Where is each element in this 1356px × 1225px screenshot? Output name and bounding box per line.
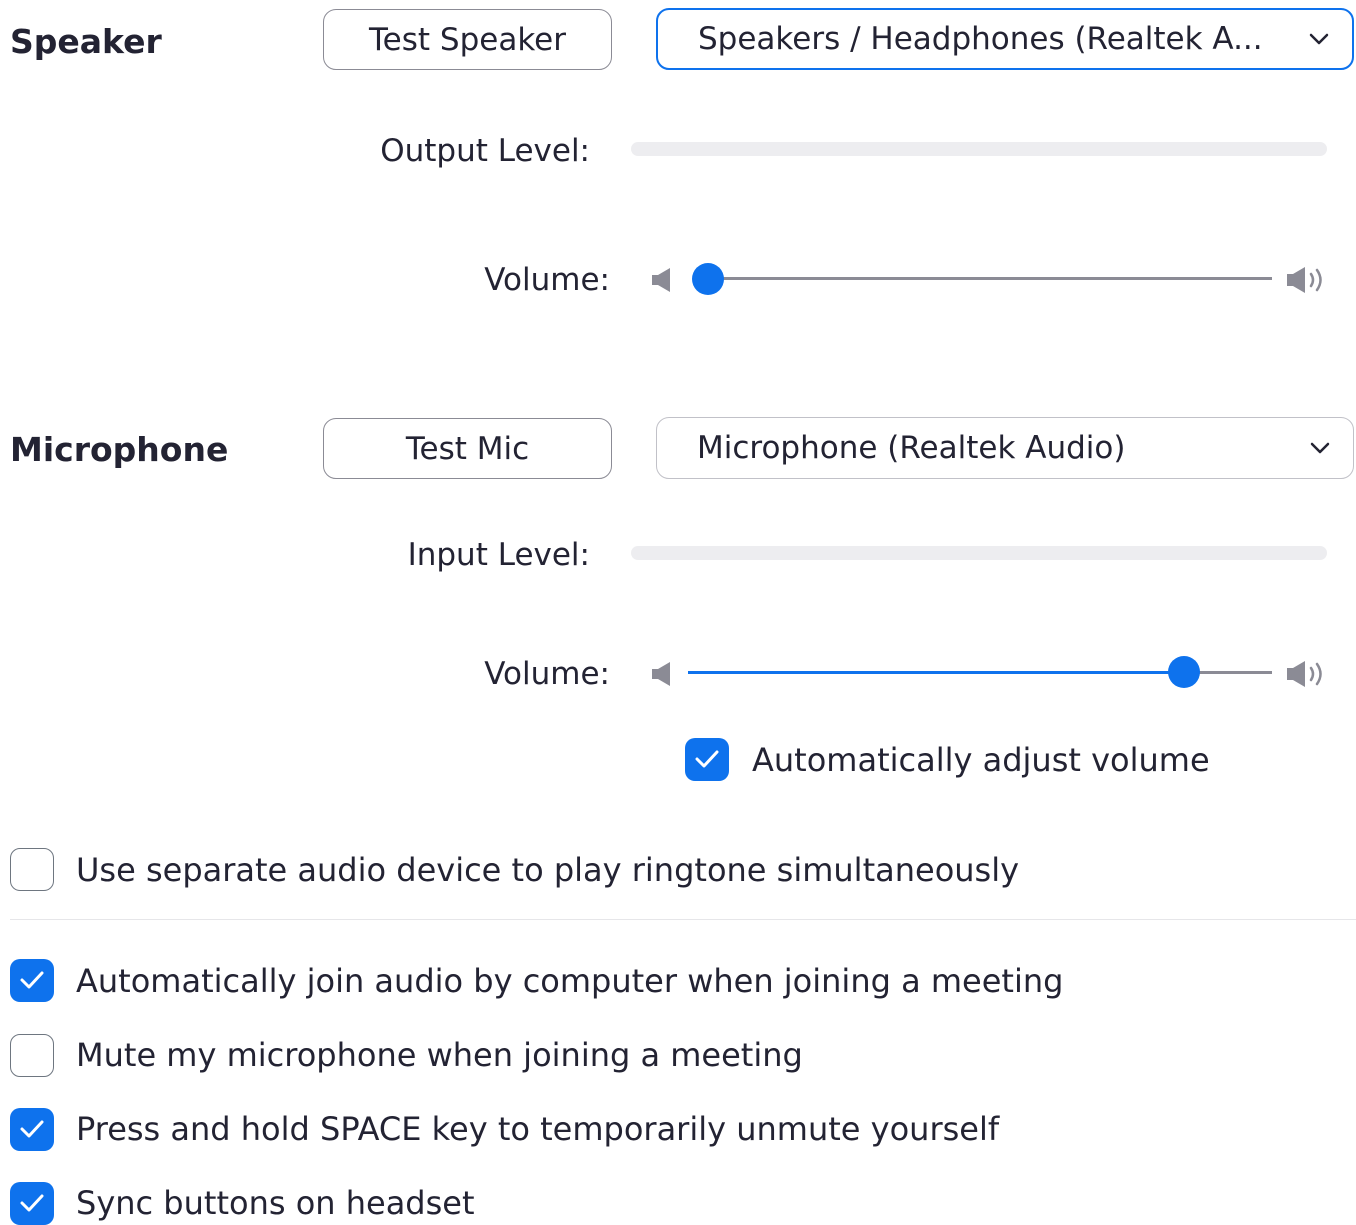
sync-headset-buttons-label[interactable]: Sync buttons on headset: [76, 1184, 475, 1222]
checkmark-icon: [20, 1194, 44, 1212]
checkmark-icon: [20, 1120, 44, 1138]
speaker-section-title: Speaker: [10, 22, 162, 61]
space-to-unmute-checkbox[interactable]: [10, 1108, 54, 1151]
chevron-down-icon: [1309, 33, 1329, 45]
volume-low-icon: [652, 268, 670, 292]
options-divider: [10, 919, 1356, 920]
speaker-device-select[interactable]: Speakers / Headphones (Realtek A...: [656, 8, 1354, 70]
output-level-label: Output Level:: [380, 133, 590, 169]
input-level-label: Input Level:: [407, 537, 590, 573]
speaker-volume-thumb[interactable]: [692, 263, 724, 295]
sync-headset-buttons-checkbox[interactable]: [10, 1182, 54, 1225]
volume-low-icon: [652, 662, 670, 686]
microphone-device-value: Microphone (Realtek Audio): [697, 430, 1126, 466]
checkmark-icon: [695, 750, 719, 768]
auto-join-audio-label[interactable]: Automatically join audio by computer whe…: [76, 962, 1063, 1000]
test-speaker-button[interactable]: Test Speaker: [323, 9, 612, 70]
output-level-meter: [631, 142, 1327, 156]
microphone-volume-thumb[interactable]: [1168, 656, 1201, 688]
speaker-volume-label: Volume:: [484, 262, 610, 298]
auto-adjust-volume-label[interactable]: Automatically adjust volume: [752, 741, 1210, 779]
checkmark-icon: [20, 971, 44, 989]
test-mic-button[interactable]: Test Mic: [323, 418, 612, 479]
space-to-unmute-label[interactable]: Press and hold SPACE key to temporarily …: [76, 1110, 999, 1148]
volume-high-icon: [1287, 661, 1322, 687]
auto-join-audio-checkbox[interactable]: [10, 959, 54, 1002]
microphone-section-title: Microphone: [10, 430, 229, 469]
microphone-volume-fill: [688, 671, 1185, 674]
separate-ringtone-device-checkbox[interactable]: [10, 848, 54, 891]
microphone-volume-label: Volume:: [484, 656, 610, 692]
separate-ringtone-device-label[interactable]: Use separate audio device to play ringto…: [76, 851, 1019, 889]
mute-on-join-label[interactable]: Mute my microphone when joining a meetin…: [76, 1036, 803, 1074]
speaker-device-value: Speakers / Headphones (Realtek A...: [698, 21, 1263, 57]
chevron-down-icon: [1310, 442, 1330, 454]
speaker-volume-track: [708, 277, 1272, 280]
volume-high-icon: [1287, 267, 1322, 293]
input-level-meter: [631, 546, 1327, 560]
mute-on-join-checkbox[interactable]: [10, 1034, 54, 1077]
auto-adjust-volume-checkbox[interactable]: [685, 738, 729, 781]
microphone-device-select[interactable]: Microphone (Realtek Audio): [656, 417, 1354, 479]
